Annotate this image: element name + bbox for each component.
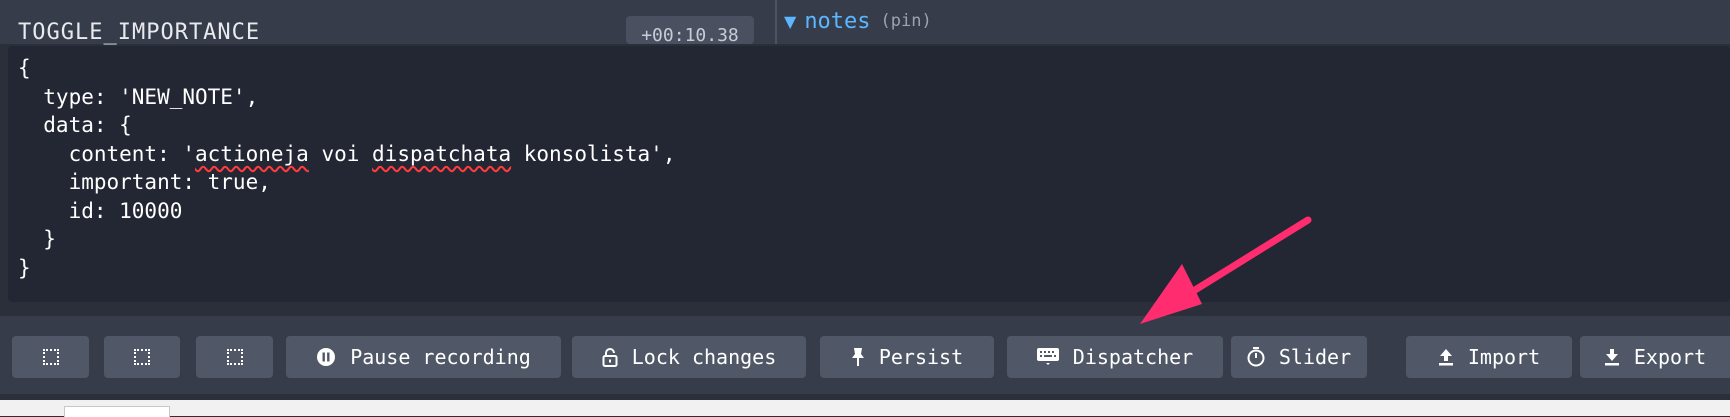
stopwatch-icon <box>1247 347 1265 367</box>
layout-grid-icon <box>226 349 243 365</box>
state-key-notes: notes <box>804 8 871 34</box>
dispatcher-label: Dispatcher <box>1072 345 1194 369</box>
import-button[interactable]: Import <box>1406 336 1572 378</box>
pause-recording-button[interactable]: Pause recording <box>286 336 561 378</box>
time-badge: +00:10.38 <box>626 16 754 44</box>
dispatcher-editor[interactable]: { type: 'NEW_NOTE', data: { content: 'ac… <box>8 46 1730 302</box>
code-line: data: { <box>18 113 132 137</box>
code-line: } <box>18 255 31 280</box>
browser-bottom-bar <box>0 400 1730 416</box>
pin-icon <box>851 347 865 367</box>
state-tree-node[interactable]: ▼ notes (pin) <box>784 6 932 36</box>
pane-divider[interactable] <box>775 0 777 44</box>
layout-grid-icon <box>42 349 59 365</box>
devtools-toolbar: Pause recording Lock changes Persist Dis… <box>0 316 1730 394</box>
pause-icon <box>316 347 336 367</box>
code-line: important: true, <box>18 170 271 194</box>
layout-bottom-button[interactable] <box>196 336 273 378</box>
code-line: id: 10000 <box>18 198 183 223</box>
code-line: content: 'actioneja voi dispatchata kons… <box>18 141 676 166</box>
upload-icon <box>1438 348 1454 366</box>
pause-recording-label: Pause recording <box>350 345 531 369</box>
layout-grid-icon <box>134 349 150 365</box>
import-label: Import <box>1467 345 1541 369</box>
misspelled-word: dispatchata <box>372 141 512 166</box>
slider-label: Slider <box>1278 345 1352 369</box>
persist-button[interactable]: Persist <box>820 336 994 378</box>
code-line: type: 'NEW_NOTE', <box>18 84 259 109</box>
keyboard-icon <box>1036 348 1059 366</box>
dispatcher-button[interactable]: Dispatcher <box>1007 336 1223 378</box>
lock-icon <box>602 347 618 367</box>
lock-changes-button[interactable]: Lock changes <box>572 336 806 378</box>
layout-right-button[interactable] <box>104 336 180 378</box>
history-header: TOGGLE_IMPORTANCE +00:10.38 ▼ notes (pin… <box>0 0 1730 45</box>
action-label[interactable]: TOGGLE_IMPORTANCE <box>18 20 260 45</box>
export-label: Export <box>1633 345 1707 369</box>
bottom-tab[interactable] <box>64 406 170 417</box>
persist-label: Persist <box>878 345 964 369</box>
download-icon <box>1604 348 1620 366</box>
slider-button[interactable]: Slider <box>1231 336 1367 378</box>
export-button[interactable]: Export <box>1580 336 1730 378</box>
misspelled-word: actioneja <box>195 141 309 166</box>
pin-label[interactable]: (pin) <box>881 11 932 31</box>
layout-left-button[interactable] <box>12 336 89 378</box>
code-line: } <box>18 227 56 251</box>
lock-changes-label: Lock changes <box>631 345 777 369</box>
code-line: { <box>18 56 31 80</box>
expand-triangle-icon[interactable]: ▼ <box>784 12 796 31</box>
